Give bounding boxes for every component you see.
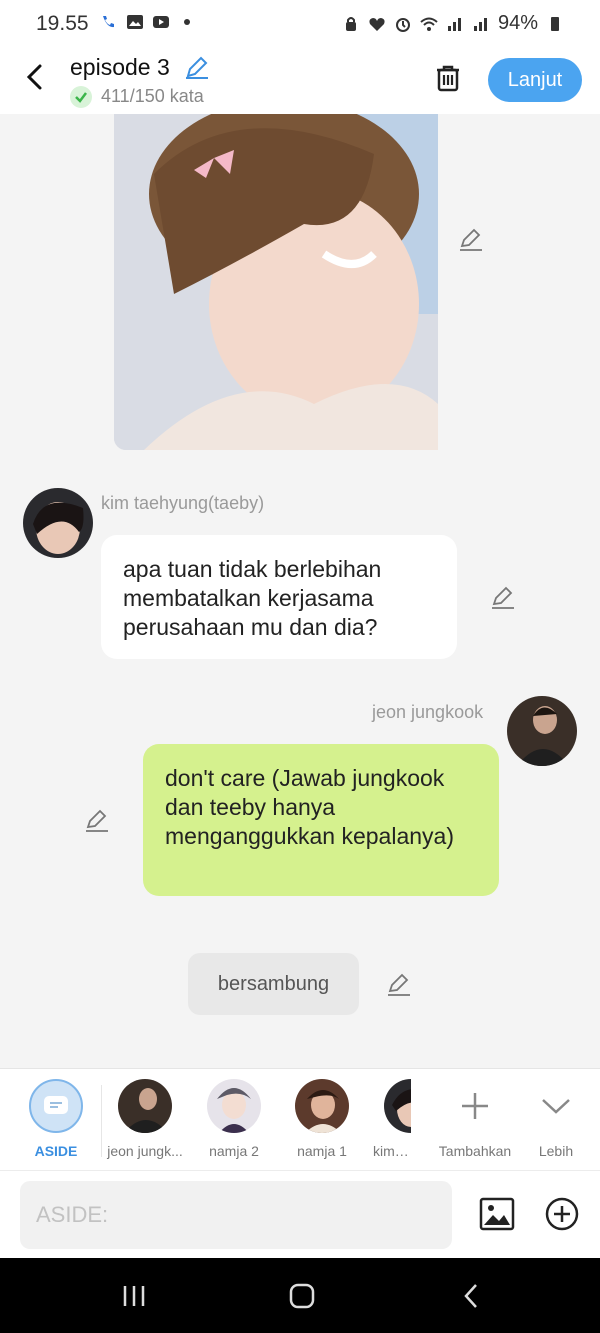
character-jeon-jungkook[interactable]: jeon jungk... — [102, 1077, 188, 1167]
character-label: ASIDE — [34, 1143, 78, 1159]
add-icon[interactable] — [543, 1195, 581, 1233]
signal-2-icon — [473, 17, 487, 31]
more-button[interactable]: Lebih — [513, 1077, 599, 1167]
add-character-button[interactable]: Tambahkan — [432, 1077, 518, 1167]
character-label: namja 1 — [297, 1143, 347, 1159]
youtube-icon — [153, 16, 169, 28]
recents-button[interactable] — [114, 1280, 154, 1312]
message-bubble[interactable]: apa tuan tidak berlebihan membatalkan ke… — [101, 535, 457, 659]
character-label: Lebih — [538, 1143, 574, 1159]
status-time: 19.55 — [36, 12, 89, 35]
home-icon — [289, 1283, 315, 1309]
character-namja-2[interactable]: namja 2 — [191, 1077, 277, 1167]
back-nav-button[interactable] — [451, 1280, 491, 1312]
recents-icon — [123, 1286, 145, 1306]
next-button[interactable]: Lanjut — [488, 58, 582, 102]
image-icon[interactable] — [478, 1195, 516, 1233]
character-kim-taehyung[interactable]: kim t... — [367, 1077, 411, 1167]
chat-area[interactable]: kim taehyung(taeby) apa tuan tidak berle… — [0, 114, 600, 1068]
character-aside[interactable]: ASIDE — [13, 1077, 99, 1167]
episode-title: episode 3 — [70, 54, 170, 80]
plus-icon — [462, 1093, 488, 1119]
character-label: Tambahkan — [438, 1143, 512, 1159]
sender-name: kim taehyung(taeby) — [101, 493, 265, 513]
heart-icon — [369, 17, 385, 31]
lock-icon — [345, 16, 356, 31]
word-count: 411/150 kata — [101, 86, 204, 106]
back-nav-icon — [464, 1284, 477, 1308]
battery-icon — [551, 16, 559, 31]
signal-icon — [447, 17, 461, 31]
gallery-icon — [127, 15, 143, 29]
status-bar: 19.55 94% — [0, 0, 600, 46]
home-button[interactable] — [282, 1280, 322, 1312]
phone-icon — [103, 16, 114, 28]
app-header: episode 3 411/150 kata Lanjut — [0, 46, 600, 114]
edit-message-icon[interactable] — [84, 807, 110, 833]
message-image[interactable] — [114, 114, 438, 450]
wifi-icon — [420, 17, 438, 31]
edit-image-icon[interactable] — [458, 226, 484, 252]
character-label: namja 2 — [209, 1143, 259, 1159]
edit-message-icon[interactable] — [490, 584, 516, 610]
character-label: jeon jungk... — [107, 1143, 183, 1159]
character-label: kim t... — [373, 1143, 411, 1159]
trash-icon[interactable] — [432, 62, 464, 94]
alarm-icon — [395, 17, 410, 32]
message-bubble[interactable]: don't care (Jawab jungkook dan teeby han… — [143, 744, 499, 896]
aside-message[interactable]: bersambung — [188, 953, 359, 1015]
battery-percent: 94% — [497, 12, 538, 34]
dot-icon — [184, 19, 190, 25]
character-selector: ASIDE jeon jungk... namja 2 namja 1 kim … — [0, 1068, 600, 1170]
avatar-kim-taehyung[interactable] — [23, 488, 93, 558]
chevron-down-icon — [542, 1099, 570, 1114]
sender-name: jeon jungkook — [372, 702, 484, 722]
aside-icon — [44, 1096, 68, 1114]
avatar-jeon-jungkook[interactable] — [507, 696, 577, 766]
system-navigation-bar — [0, 1258, 600, 1333]
edit-title-icon[interactable] — [184, 54, 210, 80]
chevron-left-icon — [26, 64, 42, 90]
message-input[interactable] — [20, 1181, 452, 1249]
check-icon — [70, 86, 92, 108]
edit-aside-icon[interactable] — [386, 971, 412, 997]
input-bar — [0, 1170, 600, 1258]
back-button[interactable] — [18, 60, 52, 94]
character-namja-1[interactable]: namja 1 — [279, 1077, 365, 1167]
